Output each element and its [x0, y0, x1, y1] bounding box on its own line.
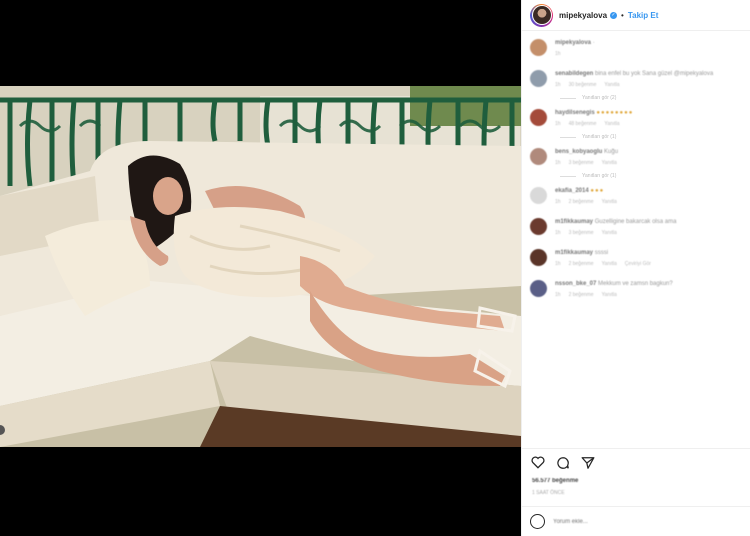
comment-meta: 1h 3 beğenme Yanıtla: [555, 159, 742, 167]
comment-item: m1fikkaumay Guzelligine bakarcak olsa am…: [530, 218, 742, 237]
commenter-avatar[interactable]: [530, 70, 547, 87]
commenter-avatar[interactable]: [530, 280, 547, 297]
comment-meta-action[interactable]: Yanıtla: [604, 82, 619, 88]
author-username[interactable]: mipekyalova: [559, 11, 607, 20]
commenter-username[interactable]: m1fikkaumay: [555, 250, 593, 256]
comment-item: haydilsenegis ●●●●●●●● 1h 48 beğenme Yanıtl…: [530, 109, 742, 128]
verified-badge-icon: ✓: [610, 11, 618, 19]
photo-illustration: [0, 86, 521, 447]
comment-time: 1h: [555, 82, 561, 88]
comment-input[interactable]: [553, 518, 723, 525]
post-photo[interactable]: [0, 86, 521, 447]
comment-body: bens_kobyaoglu Kuğu 1h 3 beğenme Yanıtla: [555, 148, 742, 167]
comment-meta: 1h 2 beğenme Yanıtla Çeviriyi Gör: [555, 260, 742, 268]
comment-text: bina enfel bu yok Sana güzel @mipekyalov…: [595, 71, 714, 77]
commenter-avatar[interactable]: [530, 109, 547, 126]
comment-meta-action[interactable]: 2 beğenme: [569, 292, 594, 298]
comment-item: nsson_bke_07 Mekkum ve zamsn bagkun? 1h 2 …: [530, 280, 742, 299]
commenter-username[interactable]: haydilsenegis: [555, 110, 595, 116]
header-separator: •: [621, 10, 624, 20]
comment-meta: 1h 48 beğenme Yanıtla: [555, 120, 742, 128]
comment-meta-action[interactable]: 2 beğenme: [569, 261, 594, 267]
media-viewer: [0, 0, 521, 536]
comment-time: 1h: [555, 121, 561, 127]
comment-text: Kuğu: [604, 149, 619, 155]
comment-body: ekafia_2014 ●●● 1h 2 beğenme Yanıtla: [555, 187, 742, 206]
commenter-username[interactable]: mipekyalova: [555, 40, 591, 46]
comment-meta-action[interactable]: Yanıtla: [602, 292, 617, 298]
comment-meta: 1h 3 beğenme Yanıtla: [555, 229, 742, 237]
commenter-username[interactable]: ekafia_2014: [555, 188, 589, 194]
comment-time: 1h: [555, 261, 561, 267]
comment-meta-action[interactable]: 2 beğenme: [569, 199, 594, 205]
commenter-username[interactable]: m1fikkaumay: [555, 219, 593, 225]
comment-item: bens_kobyaoglu Kuğu 1h 3 beğenme Yanıtla: [530, 148, 742, 167]
comment-meta-action[interactable]: Çeviriyi Gör: [625, 261, 651, 267]
comment-icon[interactable]: [555, 455, 570, 470]
post-time: 1 SAAT ÖNCE: [532, 490, 565, 496]
commenter-avatar[interactable]: [530, 148, 547, 165]
comment-emojis: ●●●: [590, 188, 605, 194]
comment-item: senabildegen bina enfel bu yok Sana güze…: [530, 70, 742, 89]
smiley-icon[interactable]: [530, 514, 545, 529]
comment-meta-action[interactable]: Yanıtla: [602, 160, 617, 166]
post-details-panel: mipekyalova ✓ • Takip Et mipekyalova · 1h…: [521, 0, 750, 536]
comment-body: nsson_bke_07 Mekkum ve zamsn bagkun? 1h 2 …: [555, 280, 742, 299]
commenter-avatar[interactable]: [530, 39, 547, 56]
comment-text: ·: [592, 40, 595, 46]
comment-text: ssssi: [594, 250, 609, 256]
comment-meta-action[interactable]: 3 beğenme: [569, 230, 594, 236]
view-replies-link[interactable]: Yanıtları gör (2): [560, 95, 742, 101]
commenter-username[interactable]: nsson_bke_07: [555, 281, 596, 287]
post-actions: [522, 448, 750, 476]
comment-meta: 1h 2 beğenme Yanıtla: [555, 291, 742, 299]
post-header: mipekyalova ✓ • Takip Et: [522, 0, 750, 31]
comment-meta-action[interactable]: 3 beğenme: [569, 160, 594, 166]
commenter-username[interactable]: bens_kobyaoglu: [555, 149, 602, 155]
share-icon[interactable]: [580, 455, 595, 470]
comment-body: m1fikkaumay Guzelligine bakarcak olsa am…: [555, 218, 742, 237]
commenter-avatar[interactable]: [530, 218, 547, 235]
comment-meta-action[interactable]: 48 beğenme: [569, 121, 597, 127]
add-comment-bar: [522, 506, 750, 536]
comment-meta-action[interactable]: Yanıtla: [604, 121, 619, 127]
avatar-image: [532, 6, 551, 24]
comment-meta: 1h 2 beğenme Yanıtla: [555, 198, 742, 206]
comment-time: 1h: [555, 51, 561, 57]
comment-meta-action[interactable]: Yanıtla: [602, 230, 617, 236]
comment-text: Mekkum ve zamsn bagkun?: [598, 281, 673, 287]
comment-meta-action[interactable]: Yanıtla: [602, 261, 617, 267]
comment-body: haydilsenegis ●●●●●●●● 1h 48 beğenme Yanıtl…: [555, 109, 742, 128]
comment-meta: 1h 30 beğenme Yanıtla: [555, 81, 742, 89]
comment-time: 1h: [555, 160, 561, 166]
comment-body: mipekyalova · 1h: [555, 39, 742, 58]
comment-time: 1h: [555, 292, 561, 298]
author-avatar[interactable]: [530, 3, 553, 27]
comment-meta-action[interactable]: 30 beğenme: [569, 82, 597, 88]
view-replies-link[interactable]: Yanıtları gör (1): [560, 134, 742, 140]
heart-icon[interactable]: [530, 455, 545, 470]
comment-item: m1fikkaumay ssssi 1h 2 beğenme Yanıtla Çevir…: [530, 249, 742, 268]
likes-count[interactable]: 56.577 beğenme: [532, 478, 578, 484]
follow-button[interactable]: Takip Et: [628, 11, 659, 20]
comment-time: 1h: [555, 199, 561, 205]
commenter-username[interactable]: senabildegen: [555, 71, 593, 77]
commenter-avatar[interactable]: [530, 249, 547, 266]
comments-list: mipekyalova · 1h senabildegen bina enfel b…: [522, 31, 750, 446]
comment-item: ekafia_2014 ●●● 1h 2 beğenme Yanıtla: [530, 187, 742, 206]
view-replies-link[interactable]: Yanıtları gör (1): [560, 173, 742, 179]
commenter-avatar[interactable]: [530, 187, 547, 204]
comment-text: Guzelligine bakarcak olsa ama: [594, 219, 677, 225]
comment-meta-action[interactable]: Yanıtla: [602, 199, 617, 205]
comment-time: 1h: [555, 230, 561, 236]
comment-item: mipekyalova · 1h: [530, 39, 742, 58]
comment-body: senabildegen bina enfel bu yok Sana güze…: [555, 70, 742, 89]
comment-emojis: ●●●●●●●●: [596, 110, 634, 116]
comment-meta: 1h: [555, 50, 742, 58]
comment-body: m1fikkaumay ssssi 1h 2 beğenme Yanıtla Çevir…: [555, 249, 742, 268]
